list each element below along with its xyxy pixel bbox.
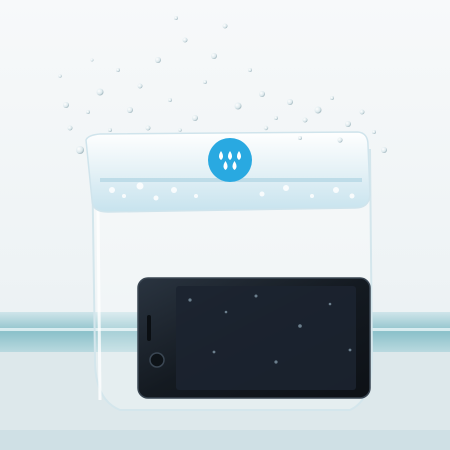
phone-screen — [176, 286, 356, 390]
smartphone — [137, 277, 371, 399]
pouch-left-edge-highlight — [96, 209, 102, 401]
phone-home-button — [149, 352, 165, 368]
tank-floor-line — [0, 430, 450, 450]
water-drops-logo-icon — [208, 138, 252, 182]
phone-speaker — [147, 315, 151, 341]
underwater-pouch-scene — [0, 0, 450, 450]
